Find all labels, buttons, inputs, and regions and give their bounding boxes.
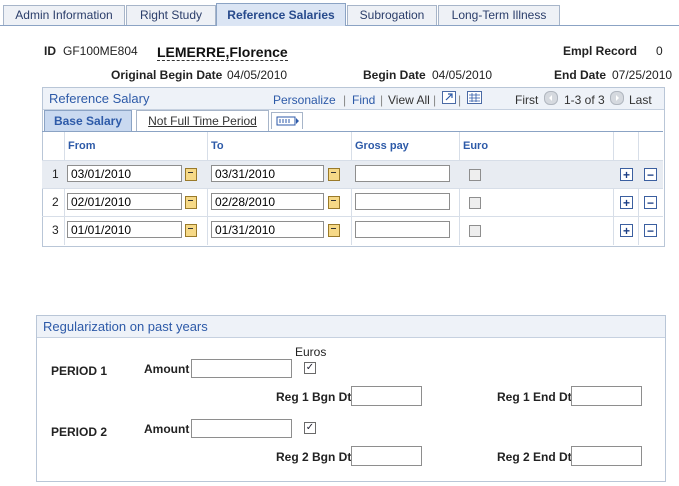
from-date-input[interactable] (67, 221, 182, 238)
to-date-input[interactable] (211, 221, 324, 238)
from-date-input[interactable] (67, 193, 182, 210)
end-date-label: End Date (554, 68, 607, 82)
gross-pay-input[interactable] (355, 165, 450, 182)
calendar-icon[interactable] (185, 224, 197, 237)
tab-label: Right Study (139, 8, 203, 22)
gross-pay-input[interactable] (355, 221, 450, 238)
add-row-button[interactable]: + (620, 168, 633, 181)
reference-salary-title: Reference Salary (49, 91, 150, 106)
empl-record-value: 0 (656, 44, 663, 58)
original-begin-date-label: Original Begin Date (111, 68, 223, 82)
tab-label: Reference Salaries (227, 8, 335, 22)
subtab-label: Base Salary (53, 114, 123, 128)
tab-label: Long-Term Illness (451, 8, 547, 22)
page-tab-bar: Admin Information Right Study Reference … (0, 0, 679, 26)
calendar-icon[interactable] (328, 168, 340, 181)
original-begin-date-value: 04/05/2010 (227, 68, 288, 82)
subtab-base-salary[interactable]: Base Salary (44, 110, 132, 131)
add-row-button[interactable]: + (620, 224, 633, 237)
id-label: ID (44, 44, 56, 58)
next-arrow-icon[interactable] (610, 91, 624, 105)
tab-long-term-illness[interactable]: Long-Term Illness (438, 5, 560, 25)
begin-date-label: Begin Date (363, 68, 426, 82)
column-header-gross-pay[interactable]: Gross pay (355, 140, 409, 152)
column-header-to[interactable]: To (211, 140, 224, 152)
reg-1-bgn-dt-input[interactable] (351, 386, 422, 406)
subtab-label: Not Full Time Period (148, 114, 257, 128)
view-all-link[interactable]: View All (388, 93, 430, 107)
delete-row-button[interactable]: − (644, 196, 657, 209)
period-1-amount-input[interactable] (191, 359, 292, 378)
reg-1-bgn-dt-label: Reg 1 Bgn Dt (276, 390, 352, 404)
calendar-icon[interactable] (185, 168, 197, 181)
last-link[interactable]: Last (629, 93, 652, 107)
regularization-header: Regularization on past years (37, 316, 665, 338)
period-2-label: PERIOD 2 (51, 425, 108, 439)
download-grid-icon[interactable] (467, 91, 482, 104)
find-link[interactable]: Find (352, 93, 375, 107)
begin-date-value: 04/05/2010 (432, 68, 493, 82)
reg-1-end-dt-input[interactable] (571, 386, 642, 406)
amount-label: Amount (144, 422, 190, 436)
calendar-icon[interactable] (328, 196, 340, 209)
tab-label: Admin Information (15, 8, 113, 22)
tab-admin-information[interactable]: Admin Information (3, 5, 125, 25)
period-1-euro-checkbox[interactable]: ✓ (304, 362, 316, 374)
end-date-value: 07/25/2010 (612, 68, 673, 82)
reg-2-bgn-dt-input[interactable] (351, 446, 422, 466)
separator: | (380, 93, 384, 107)
reg-2-bgn-dt-label: Reg 2 Bgn Dt (276, 450, 352, 464)
regularization-title: Regularization on past years (43, 319, 208, 334)
delete-row-button[interactable]: − (644, 224, 657, 237)
column-header-euro[interactable]: Euro (463, 140, 488, 152)
tab-reference-salaries[interactable]: Reference Salaries (216, 3, 346, 26)
row-number: 2 (52, 195, 59, 209)
delete-row-button[interactable]: − (644, 168, 657, 181)
show-all-columns-icon[interactable] (271, 112, 303, 129)
euros-label: Euros (295, 345, 327, 359)
employee-name[interactable]: LEMERRE,Florence (157, 44, 288, 61)
period-1-label: PERIOD 1 (51, 364, 108, 378)
to-date-input[interactable] (211, 165, 324, 182)
from-date-input[interactable] (67, 165, 182, 182)
euro-checkbox[interactable] (469, 169, 481, 181)
new-window-icon[interactable] (442, 91, 456, 104)
gross-pay-input[interactable] (355, 193, 450, 210)
column-header-from[interactable]: From (68, 140, 96, 152)
tab-subrogation[interactable]: Subrogation (347, 5, 437, 25)
row-number: 1 (52, 167, 59, 181)
to-date-input[interactable] (211, 193, 324, 210)
tab-right-study[interactable]: Right Study (126, 5, 216, 25)
reg-2-end-dt-input[interactable] (571, 446, 642, 466)
add-row-button[interactable]: + (620, 196, 633, 209)
reg-2-end-dt-label: Reg 2 End Dt (497, 450, 572, 464)
separator: | (458, 93, 462, 107)
tab-label: Subrogation (359, 8, 425, 22)
subtab-not-full-time-period[interactable]: Not Full Time Period (136, 110, 269, 131)
row-range: 1-3 of 3 (564, 93, 605, 107)
row-number: 3 (52, 223, 59, 237)
id-value: GF100ME804 (63, 44, 138, 58)
previous-arrow-icon[interactable] (544, 91, 558, 105)
reg-1-end-dt-label: Reg 1 End Dt (497, 390, 572, 404)
empl-record-label: Empl Record (563, 44, 638, 58)
separator: | (433, 93, 437, 107)
euro-checkbox[interactable] (469, 225, 481, 237)
personalize-link[interactable]: Personalize (273, 93, 336, 107)
subtab-divider (42, 131, 663, 132)
calendar-icon[interactable] (328, 224, 340, 237)
period-2-amount-input[interactable] (191, 419, 292, 438)
period-2-euro-checkbox[interactable]: ✓ (304, 422, 316, 434)
first-link[interactable]: First (515, 93, 538, 107)
calendar-icon[interactable] (185, 196, 197, 209)
amount-label: Amount (144, 362, 190, 376)
separator: | (343, 93, 347, 107)
euro-checkbox[interactable] (469, 197, 481, 209)
